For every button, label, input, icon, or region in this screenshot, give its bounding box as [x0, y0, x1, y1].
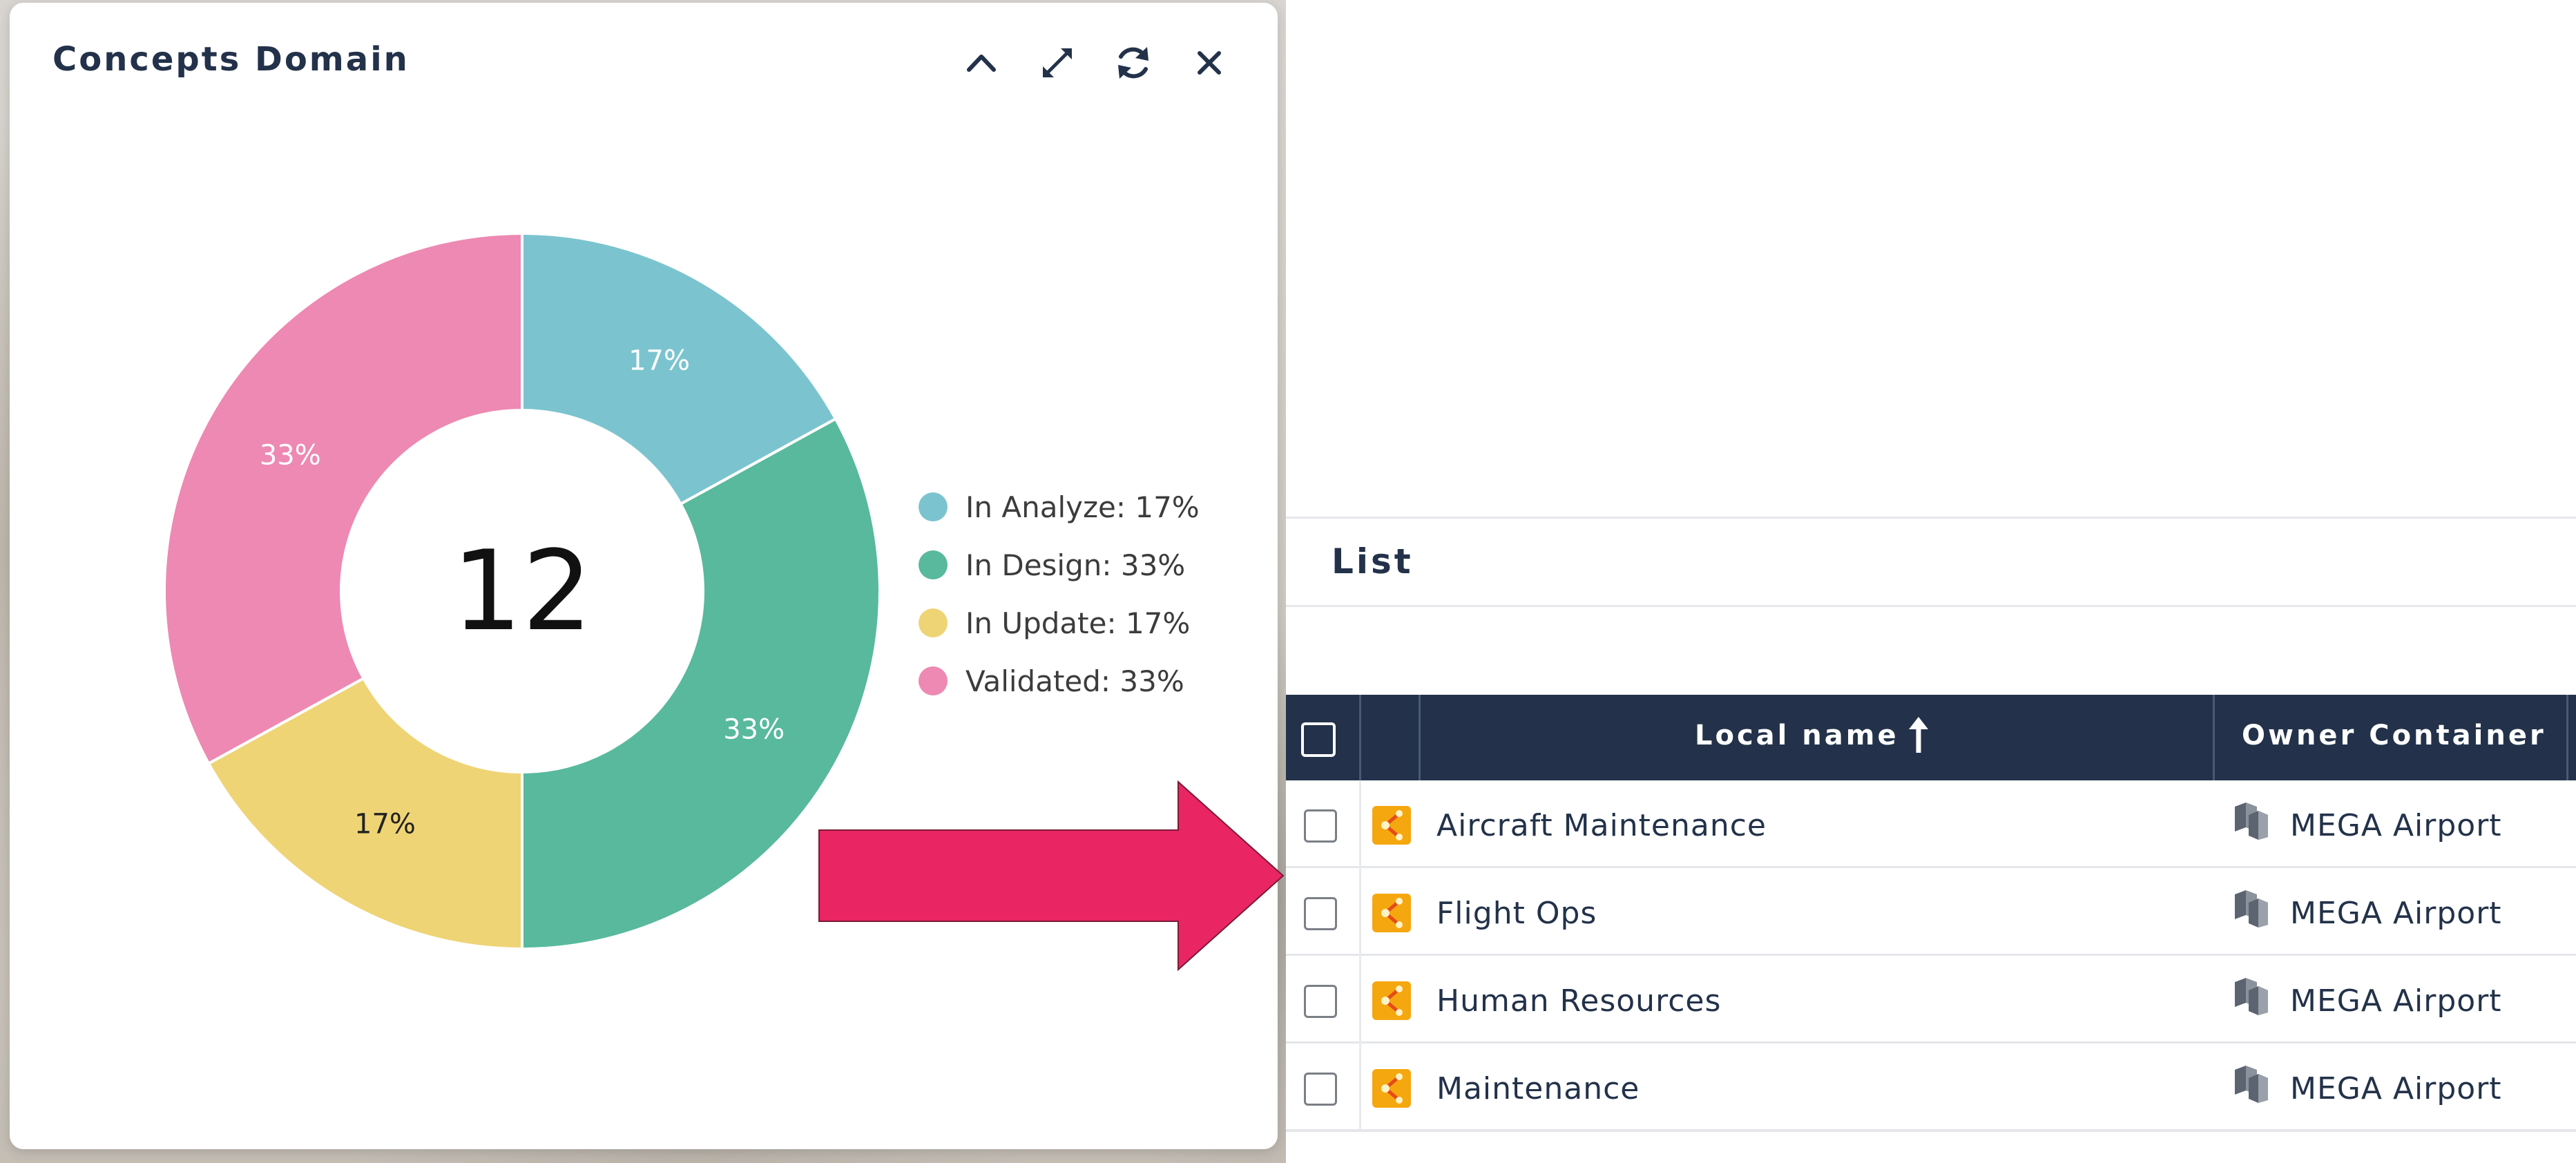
- legend-item[interactable]: Validated: 33%: [919, 660, 1184, 702]
- owner-container-cell[interactable]: MEGA Airport: [2290, 983, 2502, 1019]
- column-separator: [1359, 780, 1361, 868]
- donut-slice-validated[interactable]: [163, 231, 523, 766]
- slice-label: 33%: [723, 714, 785, 746]
- table-header: Local name Owner Container: [1286, 695, 2576, 780]
- legend-item[interactable]: In Update: 17%: [919, 602, 1190, 644]
- legend-label: Validated: 33%: [965, 664, 1184, 698]
- owner-container-cell[interactable]: MEGA Airport: [2290, 896, 2502, 931]
- divider: [1286, 605, 2576, 607]
- column-separator: [2566, 695, 2568, 780]
- domain-icon: [1372, 1069, 1411, 1108]
- slice-label: 17%: [354, 809, 416, 840]
- domain-icon: [1372, 806, 1411, 845]
- row-checkbox[interactable]: [1304, 1073, 1337, 1106]
- local-name-cell[interactable]: Maintenance: [1436, 1071, 1640, 1106]
- concepts-domain-widget: Concepts Domain 17% 33% 17% 33% 12 In Analyz…: [10, 3, 1278, 1149]
- donut-center-total: 12: [452, 526, 593, 655]
- list-title: List: [1332, 541, 1414, 582]
- library-icon: [2235, 978, 2268, 1015]
- column-separator: [1359, 956, 1361, 1044]
- sort-ascending-icon[interactable]: [1905, 715, 1932, 756]
- row-checkbox[interactable]: [1304, 897, 1337, 930]
- table-row[interactable]: Human Resources MEGA Airport: [1286, 956, 2576, 1044]
- column-separator: [1359, 1044, 1361, 1131]
- owner-container-cell[interactable]: MEGA Airport: [2290, 808, 2502, 843]
- pointer-arrow: [818, 780, 1285, 972]
- divider: [1286, 1130, 2576, 1132]
- column-separator: [1359, 868, 1361, 956]
- select-all-checkbox[interactable]: [1301, 722, 1336, 757]
- legend-swatch: [919, 666, 948, 695]
- owner-container-cell[interactable]: MEGA Airport: [2290, 1071, 2502, 1106]
- legend-item[interactable]: In Design: 33%: [919, 544, 1185, 586]
- table-row[interactable]: Maintenance MEGA Airport: [1286, 1044, 2576, 1131]
- divider: [1286, 517, 2576, 519]
- legend-swatch: [919, 492, 948, 521]
- column-header-local-name[interactable]: Local name: [1695, 720, 1899, 751]
- table-row[interactable]: Aircraft Maintenance MEGA Airport: [1286, 780, 2576, 868]
- slice-label: 33%: [260, 439, 321, 471]
- local-name-cell[interactable]: Aircraft Maintenance: [1436, 808, 1767, 843]
- legend-label: In Update: 17%: [965, 606, 1191, 640]
- slice-label: 17%: [628, 345, 690, 376]
- local-name-cell[interactable]: Flight Ops: [1436, 896, 1597, 931]
- domain-icon: [1372, 894, 1411, 932]
- column-header-owner-container[interactable]: Owner Container: [2242, 720, 2546, 751]
- legend-label: In Analyze: 17%: [965, 490, 1200, 524]
- library-icon: [2235, 890, 2268, 927]
- local-name-cell[interactable]: Human Resources: [1436, 983, 1721, 1019]
- table-row[interactable]: Flight Ops MEGA Airport: [1286, 868, 2576, 956]
- row-checkbox[interactable]: [1304, 809, 1337, 843]
- column-separator: [1419, 695, 1421, 780]
- row-checkbox[interactable]: [1304, 985, 1337, 1018]
- legend-label: In Design: 33%: [965, 548, 1186, 582]
- legend-swatch: [919, 608, 948, 637]
- column-separator: [1359, 695, 1361, 780]
- column-separator: [2213, 695, 2215, 780]
- library-icon: [2235, 1066, 2268, 1103]
- domain-icon: [1372, 981, 1411, 1020]
- library-icon: [2235, 802, 2268, 840]
- legend-item[interactable]: In Analyze: 17%: [919, 486, 1200, 528]
- legend-swatch: [919, 550, 948, 579]
